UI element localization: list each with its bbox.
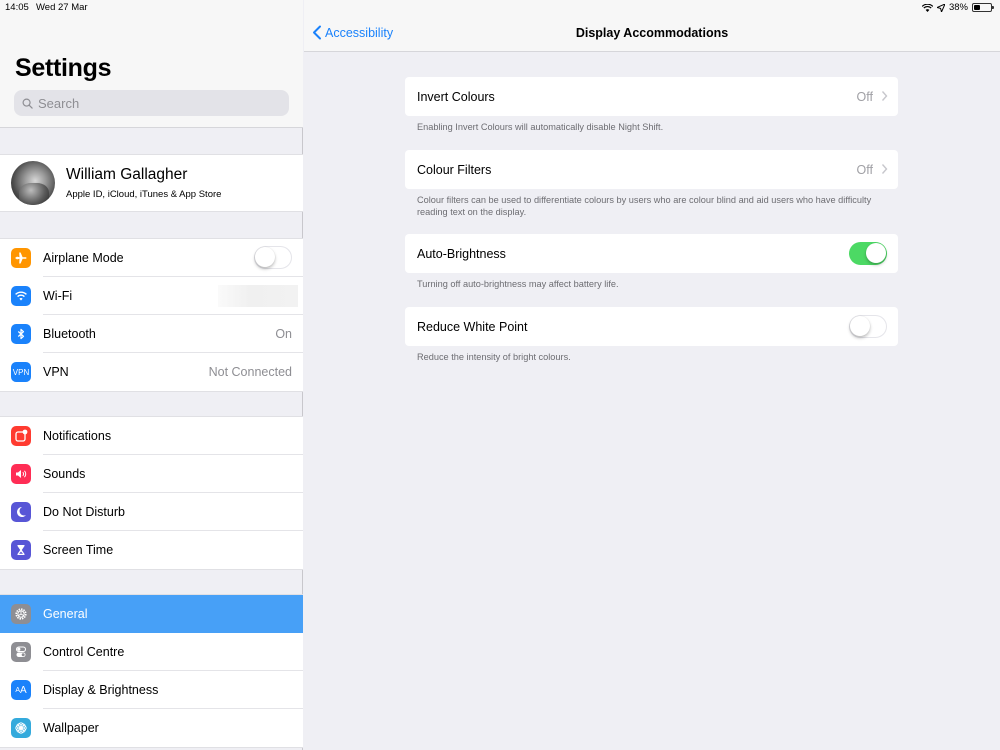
vpn-icon: VPN [11,362,31,382]
toggle-knob [255,247,275,267]
colour-filters-value: Off [856,163,873,177]
status-bar: 14:05 Wed 27 Mar 38% [0,0,1000,16]
invert-colours-footer: Enabling Invert Colours will automatical… [417,122,664,132]
sidebar-item-label: Wi-Fi [43,289,73,303]
sidebar-item-label: Airplane Mode [43,251,124,265]
profile-name: William Gallagher [66,166,188,183]
sidebar-item-label: Display & Brightness [43,683,159,697]
status-right: 38% [921,2,994,13]
reduce-white-point-footer: Reduce the intensity of bright colours. [417,352,571,362]
auto-brightness-toggle[interactable] [849,242,887,265]
settings-group-connectivity: Airplane Mode Wi-Fi Bluetooth On VPN VPN… [0,238,303,392]
page-title: Display Accommodations [575,26,729,40]
settings-group-notifications: Notifications Sounds Do Not Disturb Scre… [0,416,303,570]
sidebar-item-bluetooth[interactable]: Bluetooth On [0,315,303,353]
sounds-icon [11,464,31,484]
toggle-knob [866,243,886,263]
auto-brightness-cell: Auto-Brightness [405,234,898,273]
wifi-icon [11,286,31,306]
bluetooth-status: On [275,327,292,341]
apple-id-profile[interactable]: William Gallagher Apple ID, iCloud, iTun… [0,154,303,212]
sidebar-item-label: Notifications [43,429,112,443]
profile-subtitle: Apple ID, iCloud, iTunes & App Store [66,189,222,200]
invert-colours-cell[interactable]: Invert Colours Off [405,77,898,116]
sidebar-item-display-brightness[interactable]: AA Display & Brightness [0,671,303,709]
battery-percent: 38% [948,2,968,13]
colour-filters-cell[interactable]: Colour Filters Off [405,150,898,189]
moon-icon [11,502,31,522]
vpn-status: Not Connected [208,365,292,379]
wallpaper-icon [11,718,31,738]
sidebar-item-label: Do Not Disturb [43,505,125,519]
colour-filters-footer: Colour filters can be used to differenti… [417,195,872,217]
sidebar-item-general[interactable]: General [0,595,303,633]
toggle-knob [850,316,870,336]
sidebar-item-label: Wallpaper [43,721,99,735]
control-centre-icon [11,642,31,662]
status-date: Wed 27 Mar [36,2,88,13]
chevron-right-icon [881,91,888,101]
airplane-mode-toggle[interactable] [254,246,292,269]
sidebar-item-sounds[interactable]: Sounds [0,455,303,493]
sidebar-item-label: Control Centre [43,645,125,659]
bluetooth-icon [11,324,31,344]
airplane-icon [11,248,31,268]
sidebar-item-do-not-disturb[interactable]: Do Not Disturb [0,493,303,531]
sidebar-item-notifications[interactable]: Notifications [0,417,303,455]
display-brightness-icon: AA [11,680,31,700]
gear-icon [11,604,31,624]
sidebar-item-control-centre[interactable]: Control Centre [0,633,303,671]
sidebar-title: Settings [15,54,112,82]
sidebar-item-label: Screen Time [43,543,114,557]
wifi-status-icon [921,3,933,12]
search-icon [22,98,33,109]
detail-pane: Accessibility Display Accommodations Inv… [304,0,1000,750]
search-input[interactable] [38,95,278,111]
sidebar-item-airplane-mode[interactable]: Airplane Mode [0,239,303,277]
battery-icon [972,3,994,12]
reduce-white-point-toggle[interactable] [849,315,887,338]
sidebar-item-label: Bluetooth [43,327,96,341]
cell-label: Invert Colours [417,90,495,104]
sidebar-item-wallpaper[interactable]: Wallpaper [0,709,303,747]
auto-brightness-footer: Turning off auto-brightness may affect b… [417,279,619,289]
hourglass-icon [11,540,31,560]
status-time: 14:05 [5,2,29,13]
wifi-network-value-blurred [218,285,298,307]
cell-label: Reduce White Point [417,320,528,334]
sidebar-item-wifi[interactable]: Wi-Fi [0,277,303,315]
sidebar-item-vpn[interactable]: VPN VPN Not Connected [0,353,303,391]
cell-label: Colour Filters [417,163,492,177]
chevron-right-icon [881,164,888,174]
settings-group-general: General Control Centre AA Display & Brig… [0,594,303,748]
sidebar-item-label: General [43,607,88,621]
cell-label: Auto-Brightness [417,247,506,261]
search-field[interactable] [14,90,289,116]
sidebar: Settings William Gallagher Apple ID, iCl… [0,0,303,750]
sidebar-item-label: VPN [43,365,69,379]
sidebar-item-screen-time[interactable]: Screen Time [0,531,303,569]
large-a-glyph: A [20,684,27,696]
invert-colours-value: Off [856,90,873,104]
notifications-icon [11,426,31,446]
sidebar-item-label: Sounds [43,467,86,481]
battery-fill [974,5,981,10]
sidebar-header: Settings [0,0,303,128]
avatar [11,161,55,205]
reduce-white-point-cell: Reduce White Point [405,307,898,346]
location-icon [936,3,945,12]
